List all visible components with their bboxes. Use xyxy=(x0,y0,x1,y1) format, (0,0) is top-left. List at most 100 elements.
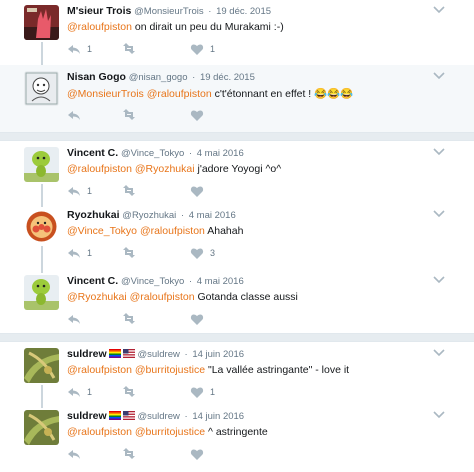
mention-link[interactable]: @raloufpiston xyxy=(140,225,205,237)
tweet[interactable]: suldrew @suldrew · 14 juin 2016 @raloufpi… xyxy=(0,342,474,404)
mention-link[interactable]: @raloufpiston xyxy=(67,21,132,33)
avatar-green-mascot-icon[interactable] xyxy=(24,147,59,182)
avatar-plant-icon[interactable] xyxy=(24,348,59,383)
like-button[interactable] xyxy=(190,107,210,123)
retweet-icon xyxy=(122,247,136,259)
tweet-timestamp[interactable]: 4 mai 2016 xyxy=(197,148,244,159)
like-button[interactable] xyxy=(190,311,210,327)
mention-link[interactable]: @Vince_Tokyo xyxy=(67,225,137,237)
mention-link[interactable]: @raloufpiston xyxy=(130,291,195,303)
separator-dot: · xyxy=(178,210,187,221)
reply-button[interactable] xyxy=(67,311,87,327)
like-button[interactable]: 3 xyxy=(190,245,215,261)
tweet-timestamp[interactable]: 4 mai 2016 xyxy=(189,210,236,221)
tweet-header: M'sieur Trois @MonsieurTrois · 19 déc. 2… xyxy=(67,5,271,17)
reply-button[interactable]: 1 xyxy=(67,245,92,261)
reply-icon xyxy=(67,247,81,259)
tweet-timestamp[interactable]: 14 juin 2016 xyxy=(192,411,244,422)
tweet-header: suldrew @suldrew · 14 juin 2016 xyxy=(67,348,244,360)
retweet-icon xyxy=(122,448,136,460)
reply-button[interactable]: 1 xyxy=(67,183,92,199)
mention-link[interactable]: @burritojustice xyxy=(135,426,205,438)
reply-icon xyxy=(67,109,81,121)
tweet-timestamp[interactable]: 4 mai 2016 xyxy=(197,276,244,287)
text-fragment: c't'étonnant en effet ! 😂😂😂 xyxy=(211,88,354,100)
retweet-icon xyxy=(122,313,136,325)
separator-dot: · xyxy=(189,72,198,83)
reply-button[interactable]: 1 xyxy=(67,41,92,57)
like-button[interactable] xyxy=(190,446,210,462)
reply-button[interactable] xyxy=(67,107,87,123)
tweet-text: @raloufpiston @burritojustice ^ astringe… xyxy=(67,426,268,438)
mention-link[interactable]: @raloufpiston xyxy=(147,88,212,100)
username[interactable]: @Vince_Tokyo xyxy=(121,276,184,287)
like-icon xyxy=(190,386,204,398)
tweet-actions: 11 xyxy=(67,384,307,400)
username[interactable]: @Ryozhukai xyxy=(122,210,176,221)
username[interactable]: @MonsieurTrois xyxy=(134,6,203,17)
mention-link[interactable]: @Ryozhukai xyxy=(135,163,195,175)
mention-link[interactable]: @raloufpiston xyxy=(67,163,132,175)
like-icon xyxy=(190,43,204,55)
chevron-down-icon[interactable] xyxy=(432,408,446,420)
reply-button[interactable]: 1 xyxy=(67,384,92,400)
tweet[interactable]: Nisan Gogo @nisan_gogo · 19 déc. 2015 @Mo… xyxy=(0,65,474,132)
avatar-plant-icon[interactable] xyxy=(24,410,59,445)
avatar-anpanman-icon[interactable] xyxy=(24,209,59,244)
retweet-button[interactable] xyxy=(122,107,142,123)
tweet[interactable]: suldrew @suldrew · 14 juin 2016 @raloufpi… xyxy=(0,404,474,472)
retweet-button[interactable] xyxy=(122,183,142,199)
tweet-header: suldrew @suldrew · 14 juin 2016 xyxy=(67,410,244,422)
retweet-button[interactable] xyxy=(122,384,142,400)
display-name[interactable]: Vincent C. xyxy=(67,147,118,159)
chevron-down-icon[interactable] xyxy=(432,273,446,285)
tweet-timestamp[interactable]: 14 juin 2016 xyxy=(192,349,244,360)
reply-icon xyxy=(67,448,81,460)
display-name[interactable]: suldrew xyxy=(67,410,107,422)
mention-link[interactable]: @Ryozhukai xyxy=(67,291,127,303)
retweet-button[interactable] xyxy=(122,245,142,261)
display-name[interactable]: Nisan Gogo xyxy=(67,71,126,83)
reply-icon xyxy=(67,185,81,197)
username[interactable]: @suldrew xyxy=(137,349,179,360)
retweet-icon xyxy=(122,185,136,197)
like-button[interactable]: 1 xyxy=(190,384,215,400)
separator-dot: · xyxy=(186,276,195,287)
like-button[interactable] xyxy=(190,183,210,199)
avatar-sketch-icon[interactable] xyxy=(24,71,59,106)
display-name[interactable]: Vincent C. xyxy=(67,275,118,287)
chevron-down-icon[interactable] xyxy=(432,346,446,358)
tweet-timestamp[interactable]: 19 déc. 2015 xyxy=(216,6,271,17)
display-name[interactable]: M'sieur Trois xyxy=(67,5,131,17)
tweet[interactable]: Ryozhukai @Ryozhukai · 4 mai 2016 @Vince_… xyxy=(0,203,474,269)
avatar-red-hand-icon[interactable] xyxy=(24,5,59,40)
reply-icon xyxy=(67,313,81,325)
username[interactable]: @nisan_gogo xyxy=(129,72,188,83)
tweet[interactable]: Vincent C. @Vince_Tokyo · 4 mai 2016 @Ryo… xyxy=(0,269,474,335)
tweet-text: @raloufpiston on dirait un peu du Muraka… xyxy=(67,21,284,33)
like-button[interactable]: 1 xyxy=(190,41,215,57)
mention-link[interactable]: @MonsieurTrois xyxy=(67,88,144,100)
tweet-text: @Vince_Tokyo @raloufpiston Ahahah xyxy=(67,225,243,237)
mention-link[interactable]: @raloufpiston xyxy=(67,426,132,438)
chevron-down-icon[interactable] xyxy=(432,3,446,15)
avatar-green-mascot-icon[interactable] xyxy=(24,275,59,310)
retweet-button[interactable] xyxy=(122,311,142,327)
rainbow-flag-icon xyxy=(108,411,121,420)
tweet-timestamp[interactable]: 19 déc. 2015 xyxy=(200,72,255,83)
tweet[interactable]: Vincent C. @Vince_Tokyo · 4 mai 2016 @ral… xyxy=(0,141,474,203)
chevron-down-icon[interactable] xyxy=(432,145,446,157)
chevron-down-icon[interactable] xyxy=(432,207,446,219)
display-name[interactable]: Ryozhukai xyxy=(67,209,120,221)
retweet-button[interactable] xyxy=(122,446,142,462)
retweet-button[interactable] xyxy=(122,41,142,57)
tweet[interactable]: M'sieur Trois @MonsieurTrois · 19 déc. 2… xyxy=(0,0,474,65)
tweet-actions xyxy=(67,311,307,327)
reply-button[interactable] xyxy=(67,446,87,462)
username[interactable]: @suldrew xyxy=(137,411,179,422)
mention-link[interactable]: @burritojustice xyxy=(135,364,205,376)
chevron-down-icon[interactable] xyxy=(432,69,446,81)
mention-link[interactable]: @raloufpiston xyxy=(67,364,132,376)
username[interactable]: @Vince_Tokyo xyxy=(121,148,184,159)
display-name[interactable]: suldrew xyxy=(67,348,107,360)
